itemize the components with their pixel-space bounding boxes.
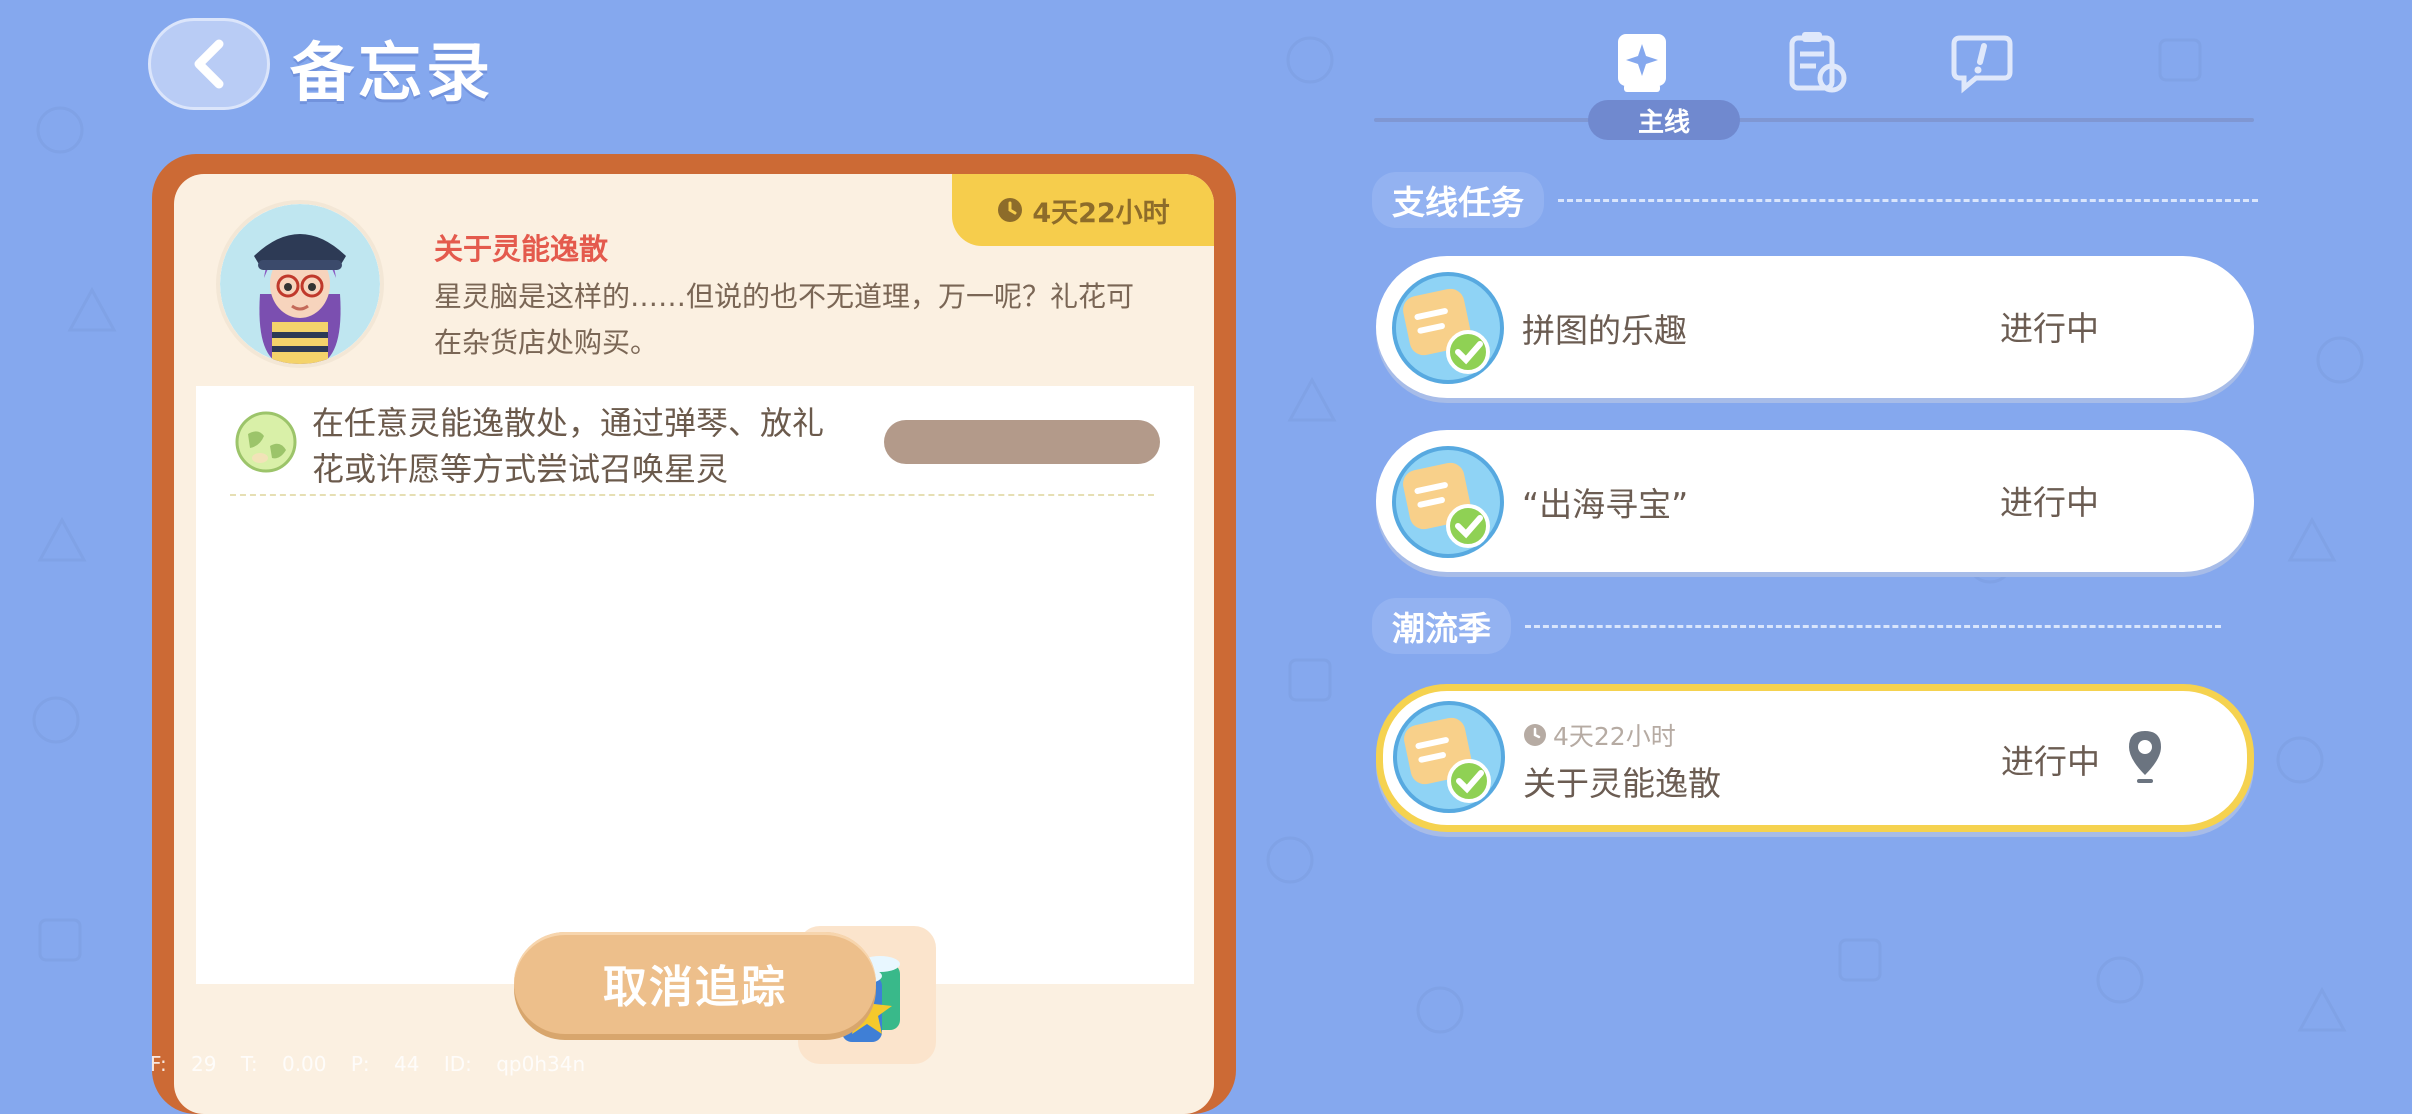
page-title: 备忘录: [290, 37, 494, 111]
quest-card[interactable]: “出海寻宝” 进行中: [1376, 430, 2254, 572]
quest-scroll-check-icon: [1393, 701, 1505, 813]
debug-overlay: F: 29 T: 0.00 P: 44 ID: qp0h34n: [150, 1052, 586, 1076]
quest-timer-text: 4天22小时: [1553, 722, 1676, 751]
planet-icon: [235, 411, 297, 473]
task-list: 在任意灵能逸散处，通过弹琴、放礼花或许愿等方式尝试召唤星灵: [196, 386, 1194, 984]
clock-icon: [998, 198, 1023, 222]
quest-scroll-check-icon: [1392, 446, 1504, 558]
task-divider: [230, 494, 1154, 496]
section-side-quests: 支线任务: [1372, 172, 2258, 228]
timer-tab: 4天22小时: [952, 174, 1214, 246]
cancel-tracking-label: 取消追踪: [603, 962, 787, 1013]
clipboard-refresh-icon[interactable]: [1784, 30, 1848, 94]
book-star-icon[interactable]: [1610, 30, 1674, 94]
chat-exclamation-icon[interactable]: [1950, 30, 2014, 94]
section-side-quests-title: 支线任务: [1372, 172, 1544, 228]
task-description: 在任意灵能逸散处，通过弹琴、放礼花或许愿等方式尝试召唤星灵: [312, 404, 825, 488]
location-pin-icon[interactable]: [2125, 729, 2165, 785]
quest-status: 进行中: [2000, 309, 2099, 348]
section-season-title: 潮流季: [1372, 598, 1511, 654]
tab-main-label[interactable]: 主线: [1588, 100, 1740, 140]
quest-scroll-check-icon: [1392, 272, 1504, 384]
chevron-left-icon: [194, 39, 224, 89]
quest-name: 拼图的乐趣: [1522, 311, 1687, 350]
quest-name: “出海寻宝”: [1522, 485, 1689, 524]
timer-text: 4天22小时: [1032, 197, 1170, 229]
back-button[interactable]: [148, 18, 270, 110]
section-divider: [1558, 198, 2258, 202]
cancel-tracking-button[interactable]: 取消追踪: [514, 932, 876, 1034]
quest-card-selected[interactable]: 4天22小时 关于灵能逸散 进行中: [1376, 684, 2254, 832]
npc-avatar: [216, 200, 384, 368]
quest-timer: 4天22小时: [1523, 717, 1676, 753]
quest-status: 进行中: [2001, 742, 2100, 781]
clock-icon: [1524, 724, 1546, 746]
quest-status: 进行中: [2000, 483, 2099, 522]
quest-card[interactable]: 拼图的乐趣 进行中: [1376, 256, 2254, 398]
tabs-underline: [1374, 118, 2254, 122]
task-progress-bar: [884, 420, 1160, 464]
quest-description: 星灵脑是这样的……但说的也不无道理，万一呢？礼花可在杂货店处购买。: [434, 280, 1135, 359]
section-divider: [1525, 624, 2221, 628]
quest-name: 关于灵能逸散: [1523, 764, 1721, 803]
quest-title: 关于灵能逸散: [434, 232, 609, 266]
section-season: 潮流季: [1372, 598, 2221, 654]
